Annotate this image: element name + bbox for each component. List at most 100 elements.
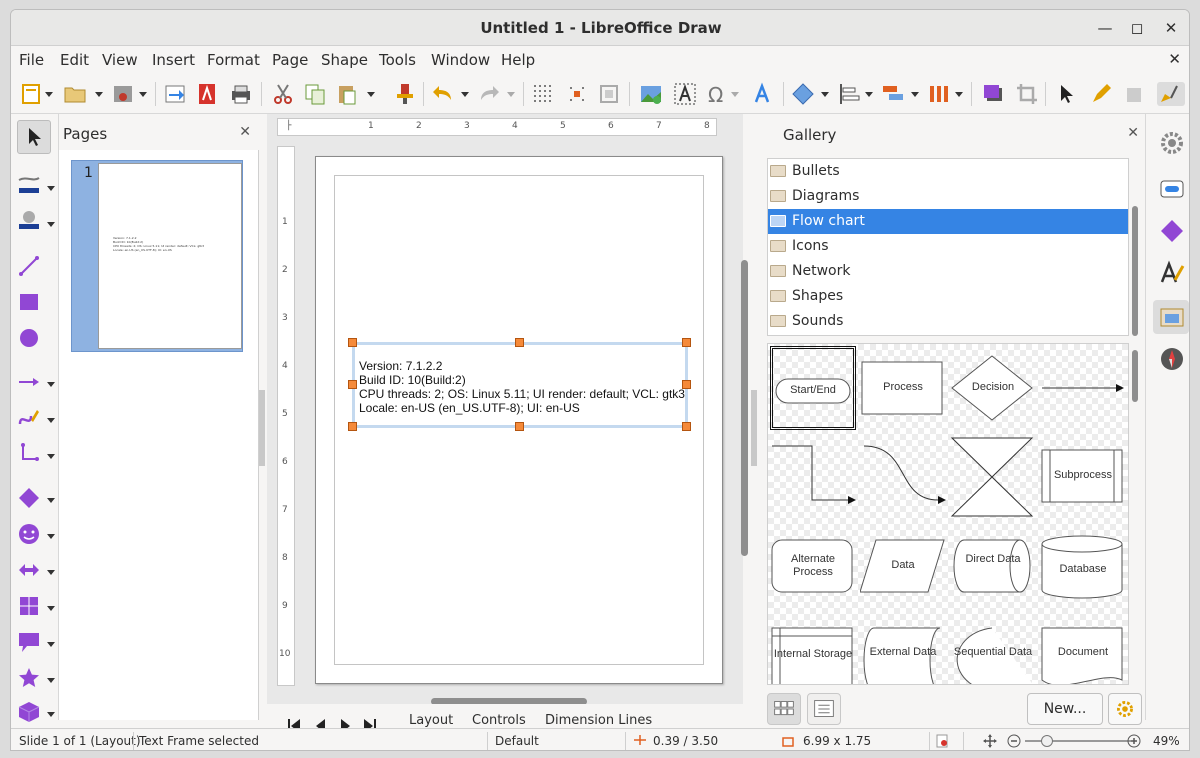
chevron-down-icon[interactable] [507,90,515,98]
zoom-slider-thumb[interactable] [1041,735,1053,747]
zoom-page-icon[interactable] [597,82,621,106]
gallery-item-connector-arrow[interactable] [1040,348,1126,432]
navigator-compass-icon[interactable] [1159,346,1185,372]
gallery-item-data[interactable]: Data [859,526,946,610]
fill-color-icon[interactable] [17,208,41,232]
chevron-down-icon[interactable] [47,416,55,424]
resize-handle-ne[interactable] [682,338,691,347]
resize-handle-s[interactable] [515,422,524,431]
chevron-down-icon[interactable] [865,90,873,98]
chevron-down-icon[interactable] [731,90,739,98]
gallery-item-external-data[interactable]: External Data [860,616,946,684]
chevron-down-icon[interactable] [911,90,919,98]
pages-pane-splitter[interactable] [259,390,265,466]
gallery-item-alternate-process[interactable]: Alternate Process [770,526,856,610]
document-modified-icon[interactable] [935,734,949,748]
canvas-vertical-scrollbar[interactable] [741,260,748,556]
theme-flow-chart[interactable]: Flow chart [768,209,1128,234]
distribute-icon[interactable] [927,82,951,106]
gallery-item-internal-storage[interactable]: Internal Storage [770,616,856,684]
shadow-icon[interactable] [981,82,1005,106]
select-pointer-icon[interactable] [1055,82,1079,106]
gallery-pane-splitter[interactable] [751,390,757,466]
gallery-item-subprocess[interactable]: Subprocess [1040,436,1126,520]
gallery-item-curved-connector[interactable] [860,436,946,520]
chevron-down-icon[interactable] [47,452,55,460]
copy-icon[interactable] [303,82,327,106]
clone-formatting-icon[interactable] [393,82,417,106]
fit-page-icon[interactable] [983,734,997,748]
gallery-new-button[interactable]: New... [1027,693,1103,725]
export-pdf-icon[interactable] [195,82,219,106]
connectors-icon[interactable] [17,442,41,466]
vertical-ruler[interactable]: 1 2 3 4 5 6 7 8 9 10 [277,146,295,686]
helplines-icon[interactable] [565,82,589,106]
basic-shapes-icon[interactable] [17,486,41,510]
chevron-down-icon[interactable] [139,90,147,98]
status-zoom[interactable]: 49% [1153,734,1180,748]
close-gallery-icon[interactable]: ✕ [1127,125,1139,141]
resize-handle-w[interactable] [348,380,357,389]
sidebar-toggle-icon[interactable] [1157,82,1185,106]
stars-icon[interactable] [17,666,41,690]
gallery-item-sequential-data[interactable]: Sequential Data [950,616,1036,684]
gallery-item-document[interactable]: Document [1040,616,1126,684]
insert-text-box-icon[interactable] [673,82,697,106]
zoom-out-icon[interactable] [1007,734,1021,748]
line-color-icon[interactable] [17,172,41,196]
menu-tools[interactable]: Tools [379,51,416,69]
select-tool-icon[interactable] [17,120,51,154]
undo-icon[interactable] [431,82,455,106]
resize-handle-nw[interactable] [348,338,357,347]
properties-gear-icon[interactable] [1159,130,1185,156]
resize-handle-sw[interactable] [348,422,357,431]
close-document-icon[interactable]: ✕ [1168,50,1181,68]
align-objects-icon[interactable] [837,82,861,106]
rectangle-tool-icon[interactable] [17,290,41,314]
export-icon[interactable] [163,82,187,106]
menu-help[interactable]: Help [501,51,535,69]
new-document-icon[interactable] [19,82,43,106]
callouts-icon[interactable] [17,630,41,654]
chevron-down-icon[interactable] [955,90,963,98]
menu-file[interactable]: File [19,51,44,69]
cut-icon[interactable] [271,82,295,106]
chevron-down-icon[interactable] [47,220,55,228]
text-frame-content[interactable]: Version: 7.1.2.2 Build ID: 10(Build:2) C… [359,359,685,415]
gallery-item-database[interactable]: Database [1040,526,1126,610]
chevron-down-icon[interactable] [95,90,103,98]
resize-handle-e[interactable] [682,380,691,389]
chevron-down-icon[interactable] [47,496,55,504]
fontwork-icon[interactable] [751,82,775,106]
menu-insert[interactable]: Insert [152,51,195,69]
paste-icon[interactable] [335,82,359,106]
chevron-down-icon[interactable] [47,568,55,576]
chevron-down-icon[interactable] [47,184,55,192]
gallery-item-direct-data[interactable]: Direct Data [950,526,1036,610]
theme-sounds[interactable]: Sounds [768,309,1128,334]
gallery-settings-button[interactable] [1108,693,1142,725]
chevron-down-icon[interactable] [821,90,829,98]
chevron-down-icon[interactable] [45,90,53,98]
gallery-grid-scrollbar[interactable] [1132,350,1138,402]
transformations-icon[interactable] [791,82,815,106]
resize-handle-n[interactable] [515,338,524,347]
menu-page[interactable]: Page [272,51,308,69]
menu-shape[interactable]: Shape [321,51,368,69]
points-edit-icon[interactable] [1089,82,1113,106]
chevron-down-icon[interactable] [47,676,55,684]
icon-view-button[interactable] [767,693,801,725]
minimize-button[interactable]: — [1093,16,1117,40]
maximize-button[interactable]: ◻ [1125,16,1149,40]
menu-format[interactable]: Format [207,51,260,69]
theme-network[interactable]: Network [768,259,1128,284]
menu-window[interactable]: Window [431,51,490,69]
chevron-down-icon[interactable] [47,604,55,612]
horizontal-ruler[interactable]: ├ 1 2 3 4 5 6 7 8 [277,118,717,136]
crop-icon[interactable] [1015,82,1039,106]
special-character-icon[interactable]: Ω [705,82,729,107]
curves-icon[interactable] [17,406,41,430]
menu-view[interactable]: View [102,51,138,69]
theme-shapes[interactable]: Shapes [768,284,1128,309]
gallery-item-start-end[interactable]: Start/End [770,346,856,430]
